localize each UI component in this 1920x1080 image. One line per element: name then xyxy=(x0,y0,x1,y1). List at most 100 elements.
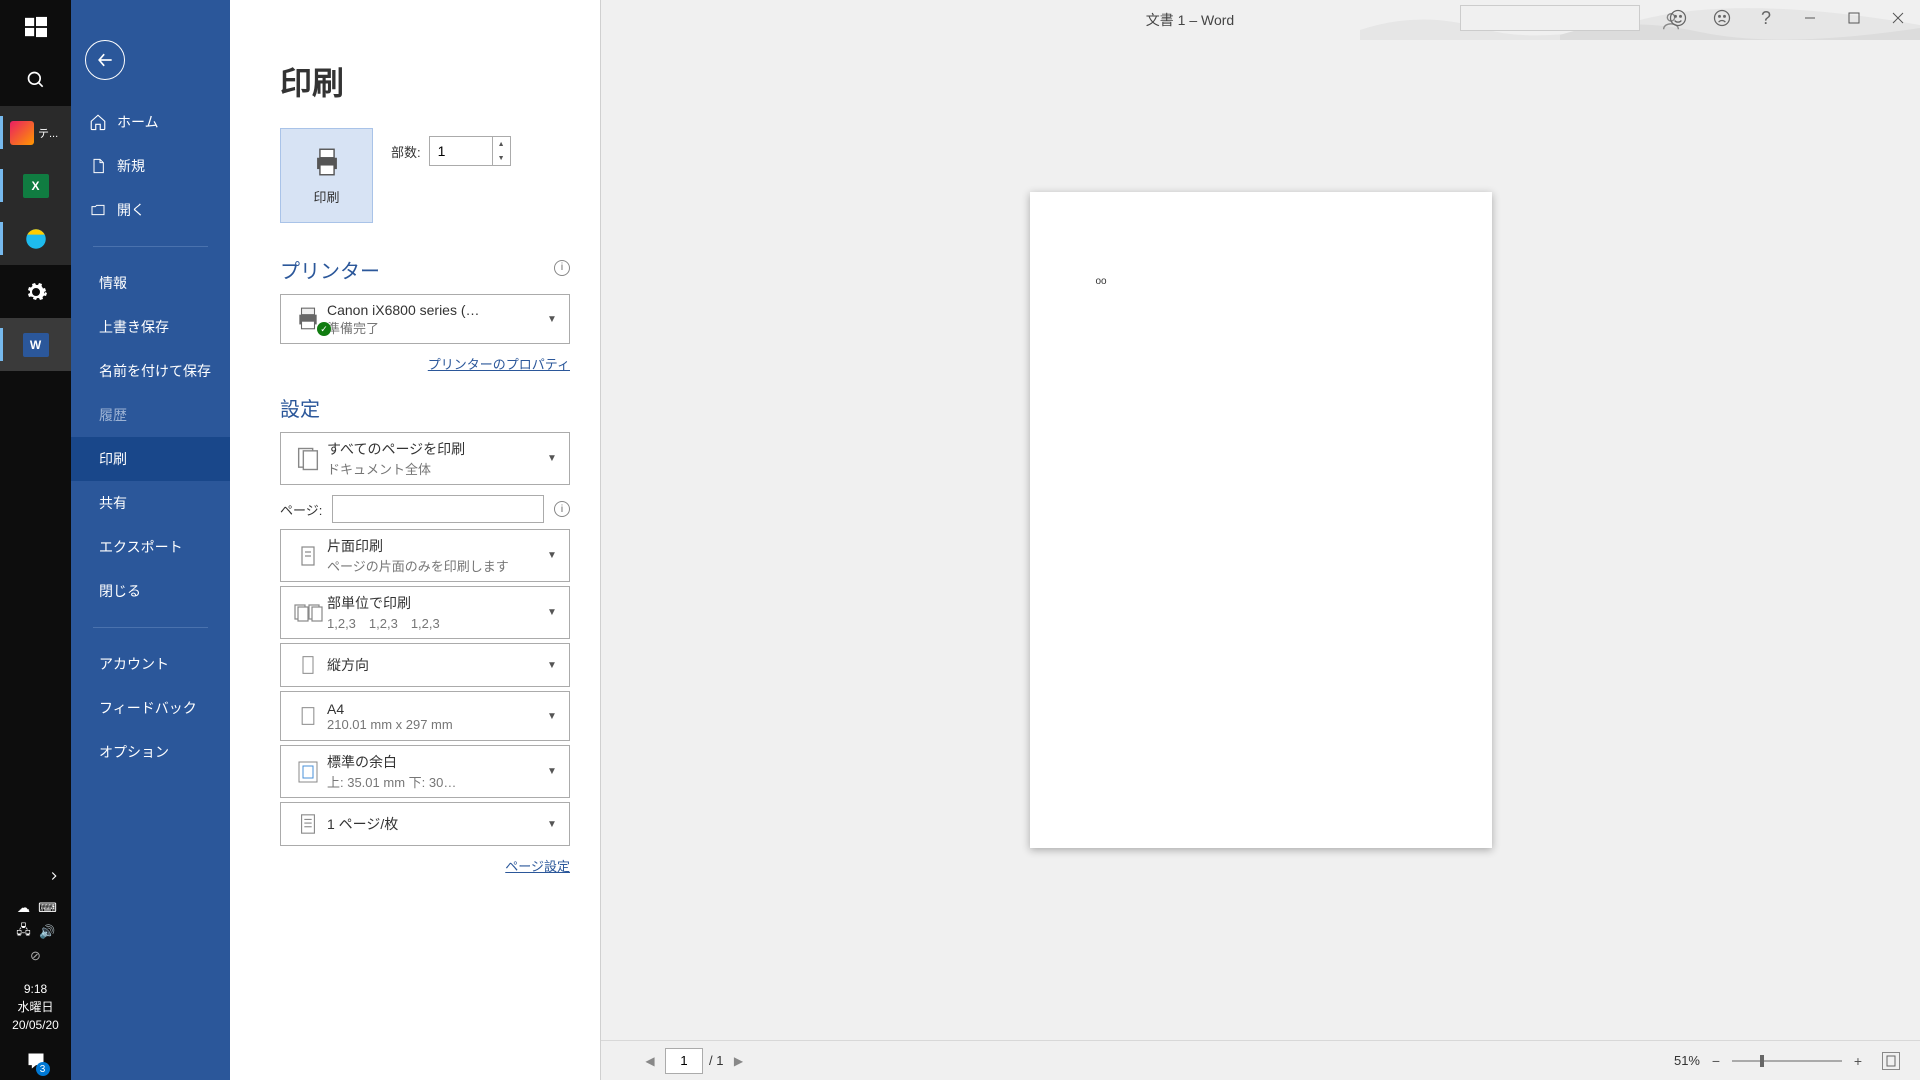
sidebar-item-export[interactable]: エクスポート xyxy=(71,525,230,569)
tray-sync-icon[interactable]: ⊘ xyxy=(26,946,46,966)
dropdown-main-text: 部単位で印刷 xyxy=(327,593,547,613)
collate-selector[interactable]: 部単位で印刷 1,2,3 1,2,3 1,2,3 ▼ xyxy=(280,586,570,639)
zoom-out-button[interactable]: − xyxy=(1708,1053,1724,1069)
orientation-selector[interactable]: 縦方向 ▼ xyxy=(280,643,570,687)
preview-viewport[interactable]: oo xyxy=(601,0,1920,1040)
sidebar-item-label: 上書き保存 xyxy=(99,317,169,337)
spinner-up-icon[interactable]: ▲ xyxy=(493,137,510,151)
spinner-down-icon[interactable]: ▼ xyxy=(493,151,510,165)
taskbar-search[interactable] xyxy=(0,53,71,106)
chevron-down-icon: ▼ xyxy=(547,711,561,722)
printer-selector[interactable]: ✓ Canon iX6800 series (… 準備完了 ▼ xyxy=(280,294,570,344)
printer-icon xyxy=(307,145,347,179)
print-backstage-main: 文書 1 – Word ? 印刷 印刷 xyxy=(230,0,1920,1080)
current-page-input[interactable] xyxy=(665,1048,703,1074)
excel-icon: X xyxy=(22,172,50,200)
sidebar-item-save[interactable]: 上書き保存 xyxy=(71,305,230,349)
page-total: / 1 xyxy=(709,1053,723,1068)
page-title: 印刷 xyxy=(280,58,570,104)
print-button[interactable]: 印刷 xyxy=(280,128,373,223)
zoom-slider[interactable] xyxy=(1732,1060,1842,1062)
internet-explorer-icon xyxy=(22,225,50,253)
sidebar-item-open[interactable]: 開く xyxy=(71,188,230,232)
sidebar-item-share[interactable]: 共有 xyxy=(71,481,230,525)
next-page-button[interactable]: ▶ xyxy=(729,1049,747,1073)
dropdown-main-text: 1 ページ/枚 xyxy=(327,814,547,834)
sidebar-item-label: 履歴 xyxy=(99,405,127,425)
portrait-icon xyxy=(289,652,327,678)
zoom-percent[interactable]: 51% xyxy=(1674,1053,1700,1068)
paper-icon xyxy=(289,703,327,729)
sidebar-item-label: オプション xyxy=(99,742,169,762)
zoom-slider-thumb[interactable] xyxy=(1760,1055,1764,1067)
dropdown-sub-text: 1,2,3 1,2,3 1,2,3 xyxy=(327,613,547,632)
tray-network-icon[interactable]: 🖧 xyxy=(14,922,34,942)
zoom-to-page-button[interactable] xyxy=(1882,1052,1900,1070)
tray-volume-icon[interactable]: 🔊 xyxy=(38,922,58,942)
zoom-in-button[interactable]: + xyxy=(1850,1053,1866,1069)
sidebar-item-saveas[interactable]: 名前を付けて保存 xyxy=(71,349,230,393)
printer-status-text: 準備完了 xyxy=(327,318,547,337)
tray-cloud-icon[interactable]: ☁ xyxy=(14,898,34,918)
collate-icon xyxy=(289,601,327,625)
chevron-down-icon: ▼ xyxy=(547,607,561,618)
printer-properties-link[interactable]: プリンターのプロパティ xyxy=(428,357,570,372)
taskbar-app-settings[interactable] xyxy=(0,265,71,318)
info-icon[interactable]: i xyxy=(554,260,570,276)
dropdown-sub-text: 上: 35.01 mm 下: 30… xyxy=(327,772,547,791)
sidebar-item-label: エクスポート xyxy=(99,537,183,557)
home-icon xyxy=(89,113,107,131)
sidebar-item-feedback[interactable]: フィードバック xyxy=(71,686,230,730)
sidebar-item-label: フィードバック xyxy=(99,698,197,718)
sidebar-item-info[interactable]: 情報 xyxy=(71,261,230,305)
sidebar-item-history: 履歴 xyxy=(71,393,230,437)
sidebar-item-home[interactable]: ホーム xyxy=(71,100,230,144)
page-navigator: ◀ / 1 ▶ xyxy=(641,1048,747,1074)
sidebar-item-label: 名前を付けて保存 xyxy=(99,361,211,381)
printer-section-header: プリンター xyxy=(280,255,380,284)
copies-input[interactable] xyxy=(430,137,492,165)
taskbar-app-ie[interactable] xyxy=(0,212,71,265)
pinned-app-icon xyxy=(10,121,34,145)
copies-spinner[interactable]: ▲ ▼ xyxy=(429,136,511,166)
start-button[interactable] xyxy=(0,0,71,53)
dropdown-sub-text: ドキュメント全体 xyxy=(327,459,547,478)
active-indicator xyxy=(0,116,3,149)
sidebar-item-close[interactable]: 閉じる xyxy=(71,569,230,613)
dropdown-main-text: 標準の余白 xyxy=(327,752,547,772)
page-preview: oo xyxy=(1030,192,1492,848)
tray-keyboard-icon[interactable]: ⌨ xyxy=(38,898,58,918)
taskbar-clock[interactable]: 9:18 水曜日 20/05/20 xyxy=(12,972,59,1042)
taskbar-app-excel[interactable]: X xyxy=(0,159,71,212)
taskbar-app-word[interactable]: W xyxy=(0,318,71,371)
paper-size-selector[interactable]: A4 210.01 mm x 297 mm ▼ xyxy=(280,691,570,741)
action-center-button[interactable]: 3 xyxy=(20,1048,52,1074)
taskbar-app-image-editor[interactable]: テ... xyxy=(0,106,71,159)
print-button-label: 印刷 xyxy=(313,187,339,206)
margins-selector[interactable]: 標準の余白 上: 35.01 mm 下: 30… ▼ xyxy=(280,745,570,798)
page-setup-link[interactable]: ページ設定 xyxy=(505,859,570,874)
chevron-down-icon: ▼ xyxy=(547,819,561,830)
sidebar-item-new[interactable]: 新規 xyxy=(71,144,230,188)
sidebar-item-options[interactable]: オプション xyxy=(71,730,230,774)
sidebar-item-account[interactable]: アカウント xyxy=(71,642,230,686)
back-button[interactable] xyxy=(85,40,125,80)
info-icon[interactable]: i xyxy=(554,501,570,517)
dropdown-sub-text: 210.01 mm x 297 mm xyxy=(327,717,547,732)
taskbar-overflow-chevron-icon[interactable] xyxy=(47,869,61,886)
prev-page-button[interactable]: ◀ xyxy=(641,1049,659,1073)
settings-section-header: 設定 xyxy=(280,393,570,422)
active-indicator xyxy=(0,169,3,202)
dropdown-main-text: A4 xyxy=(327,701,547,717)
preview-page-content: oo xyxy=(1096,276,1107,287)
sidebar-item-print[interactable]: 印刷 xyxy=(71,437,230,481)
notification-badge: 3 xyxy=(36,1062,50,1076)
print-range-selector[interactable]: すべてのページを印刷 ドキュメント全体 ▼ xyxy=(280,432,570,485)
preview-footer: ◀ / 1 ▶ 51% − + xyxy=(601,1040,1920,1080)
sides-selector[interactable]: 片面印刷 ページの片面のみを印刷します ▼ xyxy=(280,529,570,582)
fit-page-icon xyxy=(1885,1055,1897,1067)
print-preview-pane: oo ◀ / 1 ▶ 51% − + xyxy=(600,0,1920,1080)
pages-per-sheet-selector[interactable]: 1 ページ/枚 ▼ xyxy=(280,802,570,846)
pages-input[interactable] xyxy=(332,495,544,523)
clock-time: 9:18 xyxy=(12,980,59,998)
